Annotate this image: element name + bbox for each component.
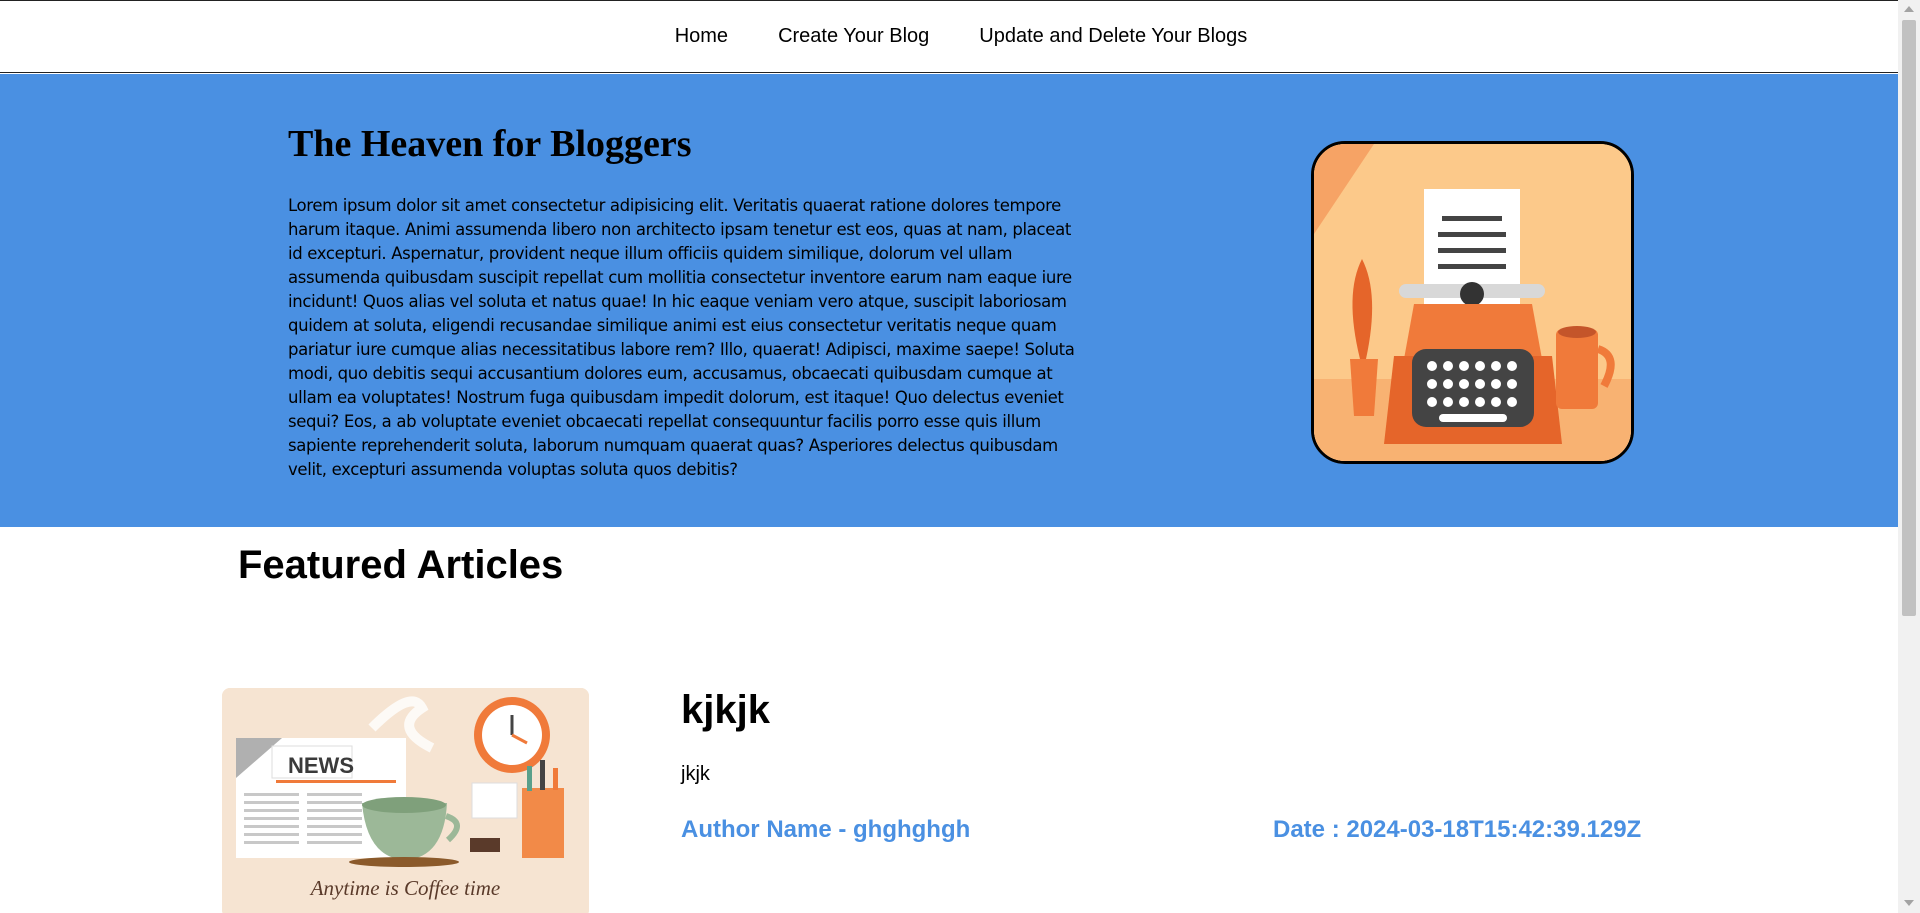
news-badge-text: NEWS — [288, 753, 354, 778]
article-date: Date : 2024-03-18T15:42:39.129Z — [1273, 816, 1642, 843]
news-coffee-illustration: NEWS Anytime is Coffee time — [222, 688, 589, 913]
vertical-scrollbar[interactable] — [1898, 0, 1920, 913]
scroll-up-arrow-icon[interactable] — [1904, 6, 1914, 12]
article-title[interactable]: kjkjk — [681, 688, 770, 733]
nav-create-blog-link[interactable]: Create Your Blog — [778, 25, 929, 48]
article-author: Author Name - ghghghgh — [681, 816, 971, 843]
scrollbar-thumb[interactable] — [1902, 20, 1916, 616]
featured-articles-heading: Featured Articles — [238, 543, 564, 587]
nav-update-delete-link[interactable]: Update and Delete Your Blogs — [979, 25, 1247, 48]
page: Home Create Your Blog Update and Delete … — [0, 0, 1898, 913]
hero-description: Lorem ipsum dolor sit amet consectetur a… — [288, 196, 1075, 479]
scroll-down-arrow-icon[interactable] — [1904, 900, 1914, 906]
hero-title: The Heaven for Bloggers — [288, 123, 692, 165]
top-nav: Home Create Your Blog Update and Delete … — [0, 0, 1898, 73]
typewriter-illustration — [1311, 141, 1634, 464]
nav-home-link[interactable]: Home — [675, 25, 728, 48]
hero-section: The Heaven for Bloggers Lorem ipsum dolo… — [0, 74, 1898, 527]
image-caption: Anytime is Coffee time — [310, 876, 501, 900]
article-description: jkjk — [681, 763, 710, 785]
